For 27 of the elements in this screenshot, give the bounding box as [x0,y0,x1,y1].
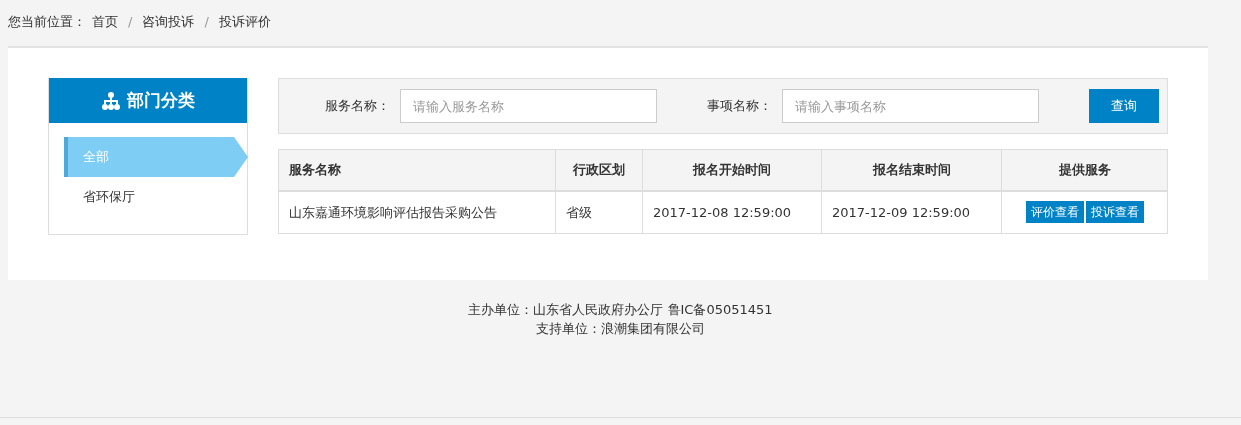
breadcrumb-label: 您当前位置： [8,13,86,31]
footer-text: 支持单位：浪潮集团有限公司 [535,320,706,338]
input-field[interactable]: 请输入事项名称 [782,89,1039,123]
breadcrumb-link[interactable]: 首页 [92,12,118,32]
org-chart-icon [101,91,121,110]
action-button[interactable]: 评价查看 [1025,201,1084,224]
search-button[interactable]: 查询 [1089,89,1159,123]
breadcrumb-link[interactable]: 投诉评价 [218,12,271,32]
sidebar-item[interactable]: 省环保厅 [64,177,234,217]
column-header: 提供服务 [1001,149,1168,191]
column-header: 报名结束时间 [821,149,1002,191]
field-label: 事项名称： [707,97,772,116]
footer-text: 主办单位：山东省人民政府办公厅 鲁IC备05051451 [467,301,774,319]
breadcrumb-separator: / [204,13,209,31]
column-header: 服务名称 [278,149,556,191]
column-header: 报名开始时间 [642,149,822,191]
breadcrumb-separator: / [128,13,133,31]
table-cell: 2017-12-08 12:59:00 [642,190,822,234]
field-label: 服务名称： [325,97,390,116]
table-cell: 山东嘉通环境影响评估报告采购公告 [278,190,556,234]
table-cell: 2017-12-09 12:59:00 [821,190,1002,234]
action-button[interactable]: 投诉查看 [1085,201,1144,224]
column-header: 行政区划 [555,149,643,191]
input-field[interactable]: 请输入服务名称 [400,89,657,123]
breadcrumb-link[interactable]: 咨询投诉 [142,12,195,32]
sidebar-title: 部门分类 [127,88,195,112]
table-cell: 省级 [555,190,643,234]
